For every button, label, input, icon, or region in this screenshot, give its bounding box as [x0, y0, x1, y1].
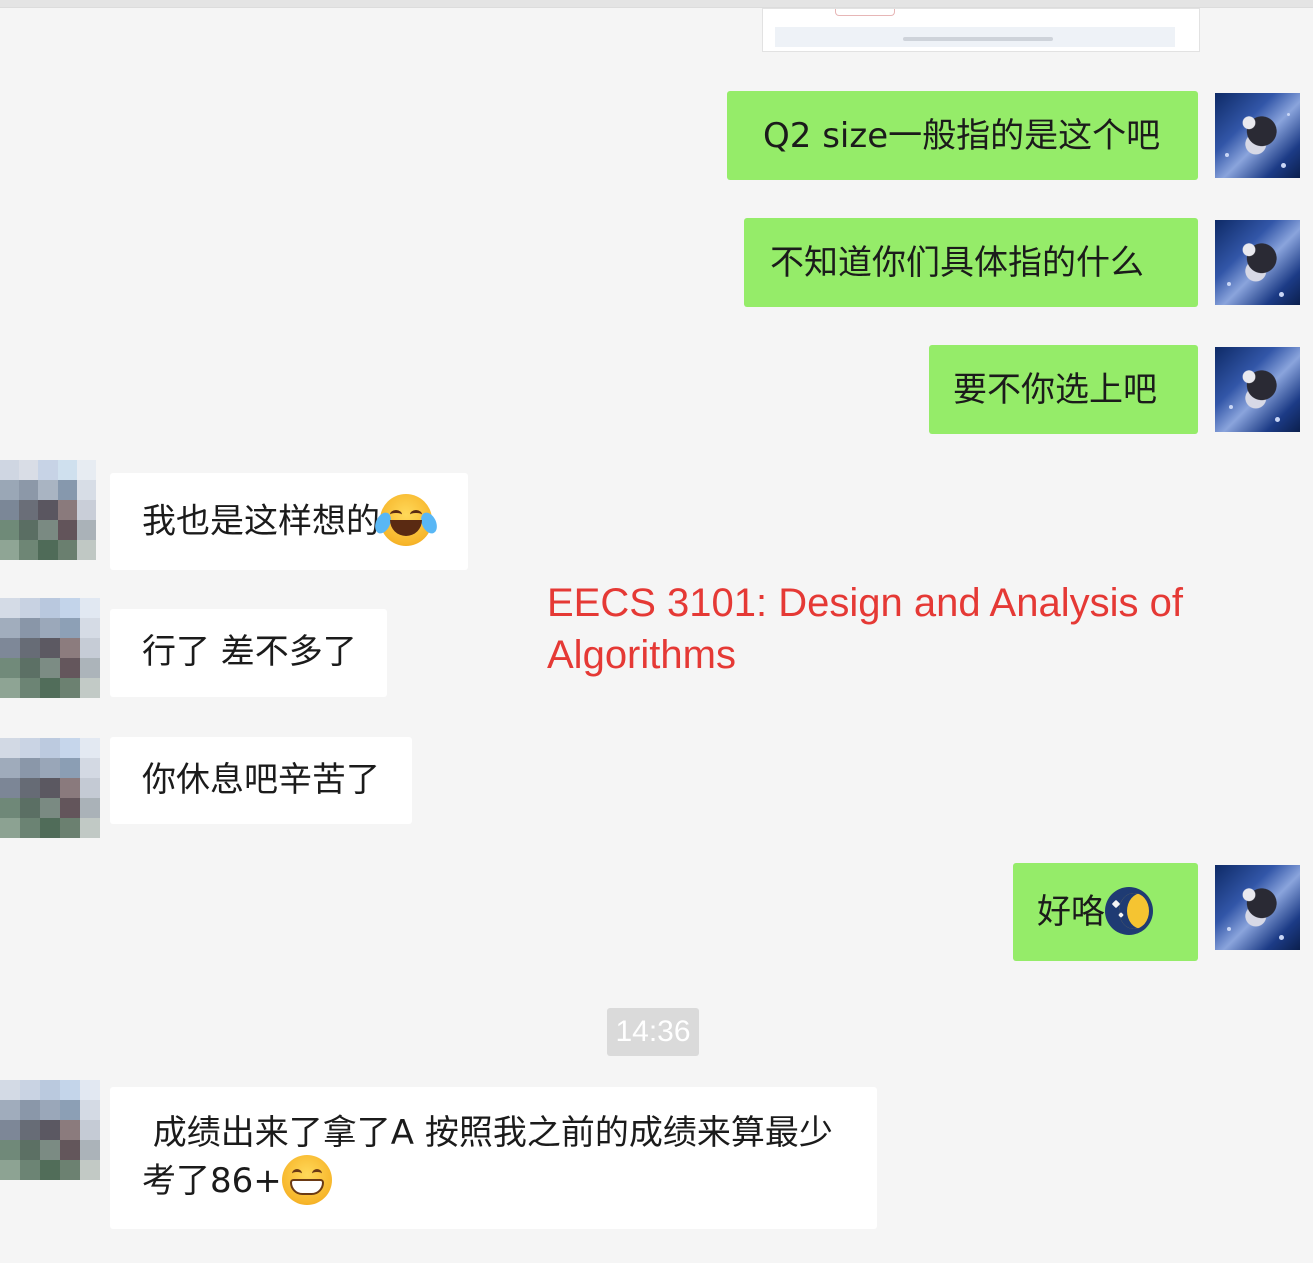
card-highlight [835, 9, 895, 16]
watermark-line-2: Algorithms [547, 633, 736, 677]
message-text: Q2 size一般指的是这个吧 [763, 116, 1161, 156]
message-text: 好咯 [1037, 892, 1105, 932]
my-avatar[interactable] [1215, 347, 1300, 432]
tears-of-joy-emoji [372, 494, 440, 546]
watermark-line-1: EECS 3101: Design and Analysis of [547, 581, 1183, 625]
message-text: 要不你选上吧 [953, 370, 1157, 410]
card-text-line [903, 37, 1053, 41]
contact-avatar[interactable] [0, 460, 96, 560]
my-avatar[interactable] [1215, 865, 1300, 950]
message-bubble-received[interactable]: 我也是这样想的 [110, 473, 468, 570]
message-bubble-received[interactable]: 行了 差不多了 [110, 609, 387, 697]
quoted-image-card[interactable] [762, 8, 1200, 52]
crescent-moon-emoji [1105, 886, 1153, 935]
top-divider [0, 0, 1313, 8]
message-bubble-sent[interactable]: Q2 size一般指的是这个吧 [727, 91, 1198, 180]
message-bubble-sent[interactable]: 不知道你们具体指的什么 [744, 218, 1198, 307]
contact-avatar[interactable] [0, 1080, 100, 1180]
message-bubble-sent[interactable]: 要不你选上吧 [929, 345, 1198, 434]
message-text-line-1: 成绩出来了拿了A 按照我之前的成绩来算最少 [142, 1113, 833, 1153]
my-avatar[interactable] [1215, 220, 1300, 305]
message-text: 我也是这样想的 [142, 501, 380, 542]
message-bubble-received[interactable]: 成绩出来了拿了A 按照我之前的成绩来算最少 考了86+ [110, 1087, 877, 1229]
message-bubble-sent[interactable]: 好咯 [1013, 863, 1198, 961]
message-text: 行了 差不多了 [142, 632, 357, 672]
contact-avatar[interactable] [0, 738, 100, 838]
course-watermark: EECS 3101: Design and Analysis of Algori… [547, 577, 1227, 681]
message-text: 不知道你们具体指的什么 [770, 243, 1144, 283]
message-text-line-2: 考了86+ [142, 1154, 877, 1205]
contact-avatar[interactable] [0, 598, 100, 698]
message-bubble-received[interactable]: 你休息吧辛苦了 [110, 737, 412, 824]
message-text: 考了86+ [142, 1161, 282, 1201]
chat-timestamp: 14:36 [607, 1008, 699, 1056]
grinning-face-emoji [281, 1154, 332, 1205]
message-text: 你休息吧辛苦了 [142, 760, 380, 800]
my-avatar[interactable] [1215, 93, 1300, 178]
